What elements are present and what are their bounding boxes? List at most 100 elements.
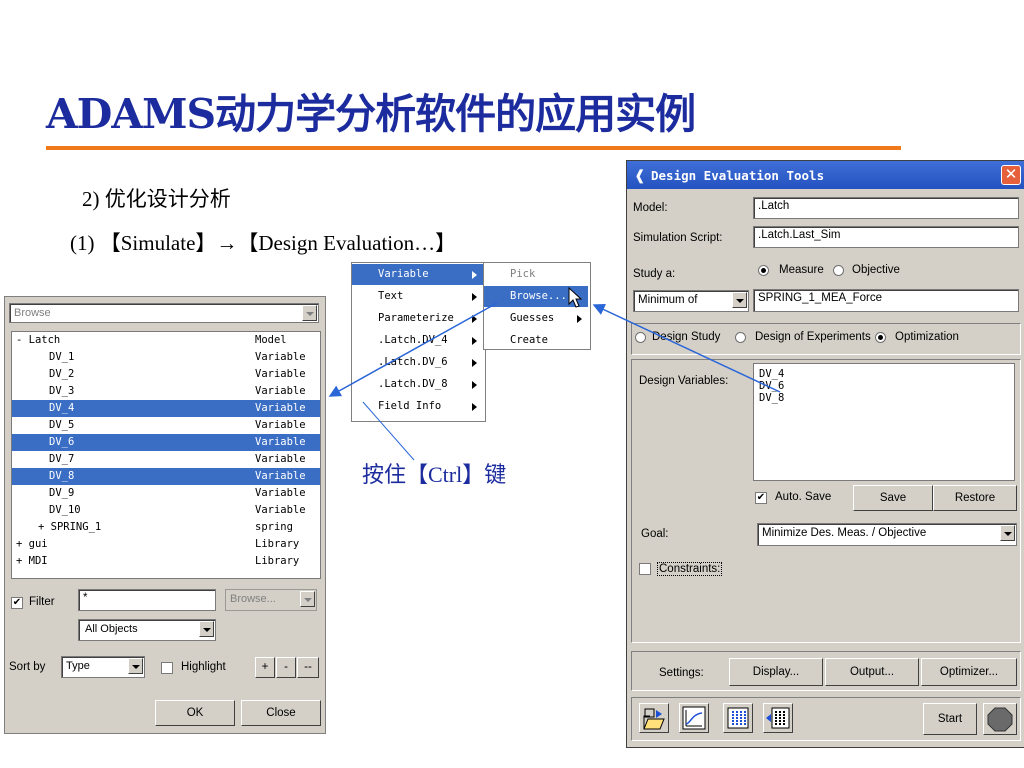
menu-item[interactable]: Text [352,286,483,307]
start-button[interactable]: Start [923,703,977,735]
menu-item[interactable]: Create [484,330,588,351]
tree-row-type: Variable [255,487,306,499]
menu-item[interactable]: .Latch.DV_8 [352,374,483,395]
tree-row[interactable]: + MDI Library [12,553,320,570]
tree-row[interactable]: DV_8 Variable [12,468,320,485]
chevron-down-icon [732,292,747,308]
tree-row[interactable]: DV_5 Variable [12,417,320,434]
study-a-label: Study a: [633,268,676,280]
dialog-title-bar[interactable]: ❰ Design Evaluation Tools ✕ [627,161,1024,189]
ok-button[interactable]: OK [155,700,235,726]
sort-by-combo[interactable]: Type [61,656,145,678]
design-variables-label: Design Variables: [639,375,729,387]
menu-item[interactable]: Variable [352,264,483,285]
doe-radio[interactable] [735,332,746,343]
menu-item[interactable]: .Latch.DV_4 [352,330,483,351]
tree-row[interactable]: + SPRING_1 spring [12,519,320,536]
optimizer-button[interactable]: Optimizer... [921,658,1017,686]
filter-browse-combo[interactable]: Browse... [225,589,317,611]
save-button[interactable]: Save [853,485,933,511]
tree-row[interactable]: DV_3 Variable [12,383,320,400]
menu-item-label: Browse... [510,290,567,302]
measure-field[interactable]: SPRING_1_MEA_Force [753,289,1019,312]
plot-chart-icon[interactable] [679,703,709,733]
tree-row-name: + gui [16,538,48,550]
tree-row[interactable]: DV_7 Variable [12,451,320,468]
tree-row-type: Library [255,538,300,550]
title-underline [46,146,901,150]
adams-logo-icon: ❰ [634,167,646,183]
tree-row[interactable]: DV_2 Variable [12,366,320,383]
tree-row[interactable]: - Latch Model [12,332,320,349]
constraints-checkbox[interactable] [639,563,651,575]
display-button[interactable]: Display... [729,658,823,686]
collapse-button[interactable]: -- [297,657,319,678]
table-icon[interactable] [723,703,753,733]
menu-item[interactable]: .Latch.DV_6 [352,352,483,373]
goal-label: Goal: [641,528,669,540]
filter-checkbox[interactable]: ✔ [11,597,23,609]
chevron-right-icon [472,315,477,323]
design-variables-list[interactable]: DV_4 DV_6 DV_8 [753,363,1015,481]
menu-item[interactable]: Guesses [484,308,588,329]
menu-item-label: Parameterize [378,312,454,324]
tree-row-name: DV_5 [49,419,75,431]
tree-row[interactable]: DV_1 Variable [12,349,320,366]
design-variable-item[interactable]: DV_6 [759,380,784,392]
tree-row-name: DV_7 [49,453,75,465]
filter-label: Filter [29,596,55,608]
menu-item[interactable]: Pick [484,264,588,285]
auto-save-checkbox[interactable]: ✔ [755,492,767,504]
tree-row-name: DV_6 [49,436,75,448]
section-number: 2) [82,187,100,211]
tree-row-type: Variable [255,402,306,414]
database-browser-panel: Browse - Latch Model DV_1 Variable DV_2 Varia… [4,296,326,734]
measure-label: Measure [779,264,824,276]
output-button[interactable]: Output... [825,658,919,686]
menu-item[interactable]: Parameterize [352,308,483,329]
design-study-radio[interactable] [635,332,646,343]
settings-label: Settings: [659,667,704,679]
open-folder-icon[interactable] [639,703,669,733]
tree-row[interactable]: + gui Library [12,536,320,553]
browse-mode-combo[interactable]: Browse [9,303,319,323]
chevron-right-icon [472,381,477,389]
measure-radio[interactable] [758,265,769,276]
tree-row[interactable]: DV_4 Variable [12,400,320,417]
section-text: 优化设计分析 [104,187,231,211]
chevron-down-icon [302,305,317,321]
object-type-combo[interactable]: All Objects [78,619,216,641]
zoom-out-button[interactable]: - [276,657,296,678]
design-evaluation-tools-dialog: ❰ Design Evaluation Tools ✕ Model: .Latc… [626,160,1024,748]
objective-label: Objective [852,264,900,276]
simulation-script-label: Simulation Script: [633,232,723,244]
tree-row-name: + MDI [16,555,48,567]
chevron-right-icon [472,337,477,345]
chevron-right-icon [472,403,477,411]
report-table-icon[interactable] [763,703,793,733]
simulation-script-field[interactable]: .Latch.Last_Sim [753,226,1019,248]
tree-row[interactable]: DV_6 Variable [12,434,320,451]
design-variable-item[interactable]: DV_4 [759,368,784,380]
tree-row-type: Variable [255,453,306,465]
highlight-label: Highlight [181,661,226,673]
model-field[interactable]: .Latch [753,197,1019,219]
highlight-checkbox[interactable] [161,662,173,674]
tree-row[interactable]: DV_9 Variable [12,485,320,502]
filter-input[interactable]: * [78,589,216,611]
zoom-in-button[interactable]: + [255,657,275,678]
chevron-right-icon [472,359,477,367]
objective-radio[interactable] [833,265,844,276]
restore-button[interactable]: Restore [933,485,1017,511]
tree-row-type: Library [255,555,300,567]
tree-row[interactable]: DV_10 Variable [12,502,320,519]
minimum-of-combo[interactable]: Minimum of [633,290,749,312]
optimization-radio[interactable] [875,332,886,343]
object-tree[interactable]: - Latch Model DV_1 Variable DV_2 Variable DV_3… [11,331,321,579]
close-icon[interactable]: ✕ [1001,165,1021,185]
goal-combo[interactable]: Minimize Des. Meas. / Objective [757,523,1017,546]
design-variable-item[interactable]: DV_8 [759,392,784,404]
stop-icon[interactable] [983,703,1017,735]
menu-item[interactable]: Field Info [352,396,483,417]
close-button[interactable]: Close [241,700,321,726]
